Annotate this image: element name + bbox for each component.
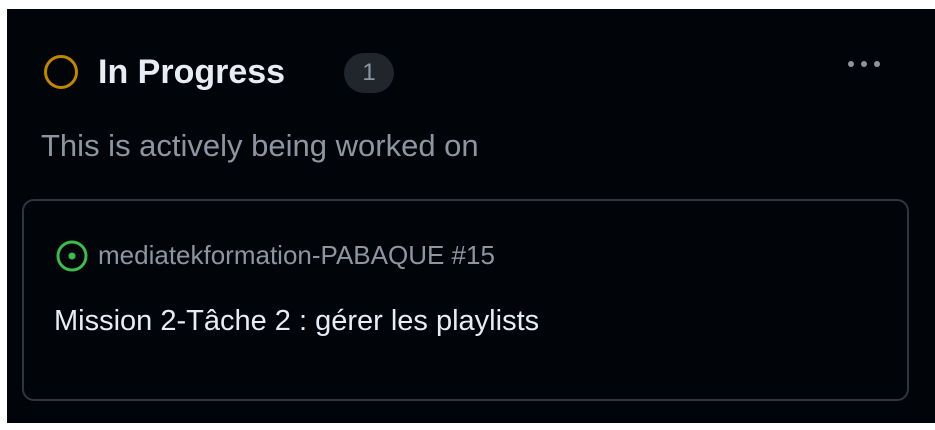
item-count-badge: 1 (344, 53, 394, 93)
issue-card[interactable]: mediatekformation-PABAQUE #15 Mission 2-… (22, 199, 909, 401)
column-title: In Progress (98, 53, 286, 91)
kebab-horizontal-icon (848, 61, 854, 67)
kebab-dot (874, 61, 880, 67)
repository-issue-link[interactable]: mediatekformation-PABAQUE #15 (98, 235, 495, 275)
kebab-dot (861, 61, 867, 67)
column-header: In Progress 1 This is actively being wor… (7, 9, 935, 199)
column-menu-button[interactable] (832, 47, 896, 81)
column-description: This is actively being worked on (41, 128, 479, 163)
issue-title[interactable]: Mission 2-Tâche 2 : gérer les playlists (54, 301, 539, 341)
circle-outline-icon (44, 55, 78, 89)
project-column: In Progress 1 This is actively being wor… (7, 9, 935, 423)
issue-opened-icon (56, 240, 88, 272)
